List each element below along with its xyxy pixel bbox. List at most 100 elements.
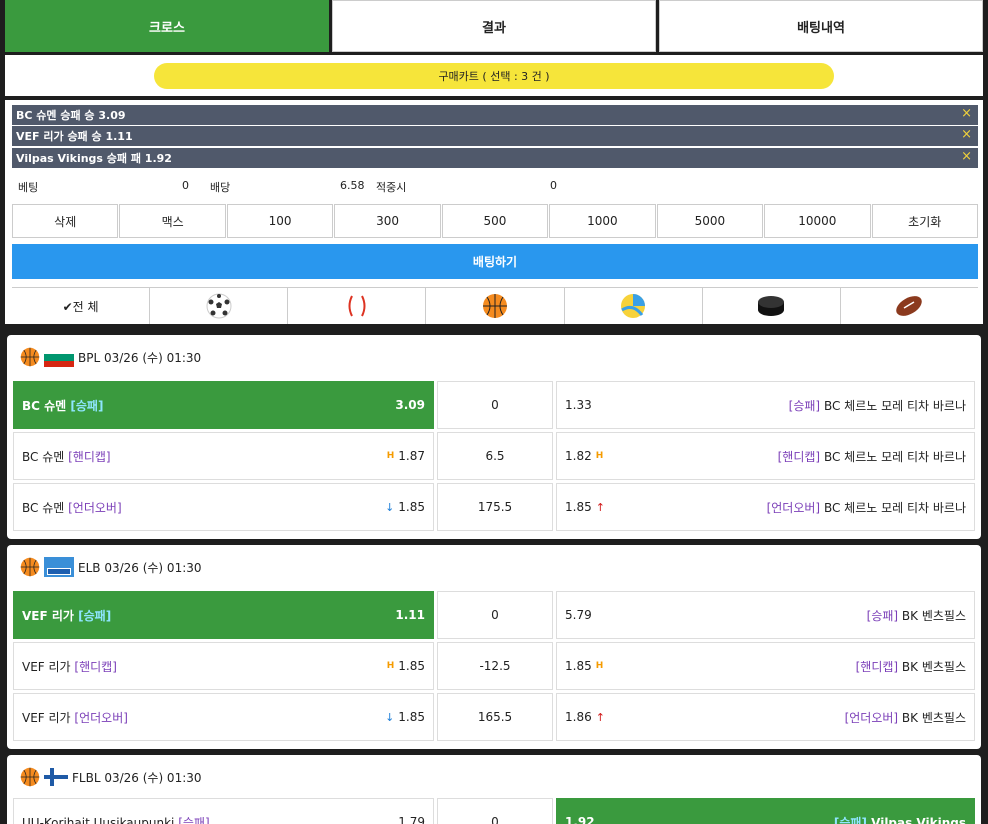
volleyball-icon [621, 294, 646, 318]
win-amount-label: 적중시 [376, 181, 407, 194]
market-row: VEF 리가 [승패] 1.11 0 5.79 [승패] BK 벤츠필스 [13, 591, 975, 639]
away-odds-cell[interactable]: 1.85 ↑ [언더오버] BC 체르노 모레 티차 바르나 [556, 483, 975, 531]
max-button[interactable]: 맥스 [119, 204, 226, 238]
handicap-icon: H [595, 661, 604, 671]
remove-selection-icon[interactable]: × [961, 149, 972, 164]
market-row: BC 슈멘 [언더오버] ↓ 1.85 175.5 1.85 ↑ [언더오버] BC 체… [13, 483, 975, 531]
draw-line-cell[interactable]: 0 [437, 381, 553, 429]
home-odds: 1.79 [398, 815, 425, 824]
total-line-cell[interactable]: 165.5 [437, 693, 553, 741]
remove-selection-icon[interactable]: × [961, 127, 972, 142]
amount-300-button[interactable]: 300 [334, 204, 441, 238]
cart-bar: 구매카트 ( 선택 : 3 건 ) [5, 55, 983, 96]
away-odds: 1.86 [565, 710, 592, 724]
market-tag: [승패] [78, 608, 112, 623]
away-team: BC 체르노 모레 티차 바르나 [823, 500, 966, 515]
amount-500-button[interactable]: 500 [441, 204, 549, 238]
amount-5000-button[interactable]: 5000 [656, 204, 764, 238]
away-odds: 1.85 [565, 500, 592, 514]
home-odds-cell[interactable]: VEF 리가 [언더오버] ↓ 1.85 [13, 693, 434, 741]
top-tabs: 크로스 결과 배팅내역 [5, 0, 983, 52]
away-odds-cell[interactable]: 1.82 H [핸디캡] BC 체르노 모레 티차 바르나 [556, 432, 975, 480]
amount-10000-button[interactable]: 10000 [764, 204, 871, 238]
bet-amount-value: 0 [182, 179, 189, 192]
handicap-icon: H [386, 661, 395, 671]
away-odds-cell[interactable]: 1.33 [승패] BC 체르노 모레 티차 바르나 [556, 381, 975, 429]
tab-results[interactable]: 결과 [332, 0, 656, 52]
home-team: VEF 리가 [22, 710, 71, 725]
away-team: BK 벤츠필스 [901, 710, 966, 725]
draw-line-cell[interactable]: 0 [437, 798, 553, 824]
home-odds-cell[interactable]: BC 슈멘 [언더오버] ↓ 1.85 [13, 483, 434, 531]
home-odds-cell[interactable]: BC 슈멘 [핸디캡] H 1.87 [13, 432, 434, 480]
away-odds: 5.79 [565, 608, 592, 622]
game-card: BPL 03/26 (수) 01:30 BC 슈멘 [승패] 3.09 0 1.3… [7, 335, 981, 539]
away-odds-cell[interactable]: 1.85 H [핸디캡] BK 벤츠필스 [556, 642, 975, 690]
away-odds: 1.92 [565, 815, 595, 824]
home-odds-cell[interactable]: UU-Korihait Uusikaupunki [승패] 1.79 [13, 798, 434, 824]
away-odds-cell[interactable]: 1.86 ↑ [언더오버] BK 벤츠필스 [556, 693, 975, 741]
bet-amount-label: 베팅 [18, 181, 39, 194]
game-header: ELB 03/26 (수) 01:30 [20, 553, 202, 581]
market-row: UU-Korihait Uusikaupunki [승패] 1.79 0 1.92… [13, 798, 975, 824]
market-row: BC 슈멘 [핸디캡] H 1.87 6.5 1.82 H [핸디캡] BC 체르노 모… [13, 432, 975, 480]
under-arrow-icon: ↓ [385, 500, 395, 514]
market-tag: [핸디캡] [68, 449, 111, 464]
tab-cross[interactable]: 크로스 [5, 0, 329, 52]
draw-line-cell[interactable]: 0 [437, 591, 553, 639]
league-time: BPL 03/26 (수) 01:30 [78, 350, 202, 365]
home-team: UU-Korihait Uusikaupunki [22, 815, 175, 824]
market-row: VEF 리가 [핸디캡] H 1.85 -12.5 1.85 H [핸디캡] BK 벤츠… [13, 642, 975, 690]
place-bet-button[interactable]: 배팅하기 [12, 244, 978, 279]
league-time: FLBL 03/26 (수) 01:30 [72, 770, 202, 785]
home-team: VEF 리가 [22, 608, 74, 623]
away-team: BC 체르노 모레 티차 바르나 [823, 449, 966, 464]
home-odds-cell[interactable]: BC 슈멘 [승패] 3.09 [13, 381, 434, 429]
slip-selection-text: BC 슈멘 승패 승 3.09 [16, 109, 126, 122]
slip-selection: BC 슈멘 승패 승 3.09 × [12, 105, 978, 125]
amount-100-button[interactable]: 100 [226, 204, 334, 238]
filter-basketball[interactable] [426, 288, 565, 324]
home-odds: 1.85 [398, 659, 425, 673]
basketball-icon [482, 294, 507, 318]
filter-football[interactable] [841, 288, 978, 324]
away-odds: 1.85 [565, 659, 592, 673]
away-odds-cell[interactable]: 5.79 [승패] BK 벤츠필스 [556, 591, 975, 639]
tab-bet-history[interactable]: 배팅내역 [659, 0, 983, 52]
league-time: ELB 03/26 (수) 01:30 [78, 560, 202, 575]
filter-baseball[interactable] [288, 288, 427, 324]
market-row: BC 슈멘 [승패] 3.09 0 1.33 [승패] BC 체르노 모레 티차 바… [13, 381, 975, 429]
home-odds: 1.85 [398, 500, 425, 514]
reset-button[interactable]: 초기화 [871, 204, 978, 238]
football-icon [896, 296, 923, 316]
home-team: BC 슈멘 [22, 449, 65, 464]
total-line-cell[interactable]: 175.5 [437, 483, 553, 531]
handicap-line-cell[interactable]: -12.5 [437, 642, 553, 690]
market-tag: [핸디캡] [74, 659, 117, 674]
away-odds-cell[interactable]: 1.92 [승패] Vilpas Vikings [556, 798, 975, 824]
market-tag: [승패] [178, 815, 210, 824]
filter-hockey[interactable] [703, 288, 841, 324]
home-odds-cell[interactable]: VEF 리가 [핸디캡] H 1.85 [13, 642, 434, 690]
market-tag: [승패] [833, 815, 867, 824]
bet-slip-panel: BC 슈멘 승패 승 3.09 × VEF 리가 승패 승 1.11 × Vil… [5, 100, 983, 324]
away-team: BK 벤츠필스 [901, 659, 966, 674]
remove-selection-icon[interactable]: × [961, 106, 972, 121]
market-tag: [핸디캡] [855, 659, 899, 674]
cart-count-label: 구매카트 ( 선택 : 3 건 ) [154, 62, 834, 89]
under-arrow-icon: ↓ [385, 710, 395, 724]
amount-1000-button[interactable]: 1000 [549, 204, 656, 238]
filter-volleyball[interactable] [565, 288, 703, 324]
filter-all[interactable]: ✔전 체 [12, 288, 151, 324]
bulgaria-flag-icon [44, 347, 74, 367]
handicap-icon: H [595, 451, 604, 461]
home-odds: 1.11 [395, 608, 425, 622]
handicap-line-cell[interactable]: 6.5 [437, 432, 553, 480]
filter-soccer[interactable] [150, 288, 289, 324]
delete-button[interactable]: 삭제 [12, 204, 119, 238]
market-tag: [승패] [788, 398, 821, 413]
home-odds-cell[interactable]: VEF 리가 [승패] 1.11 [13, 591, 434, 639]
sport-filter-row: ✔전 체 [12, 287, 978, 324]
slip-selection: VEF 리가 승패 승 1.11 × [12, 126, 978, 146]
game-card: FLBL 03/26 (수) 01:30 UU-Korihait Uusikau… [7, 755, 981, 824]
